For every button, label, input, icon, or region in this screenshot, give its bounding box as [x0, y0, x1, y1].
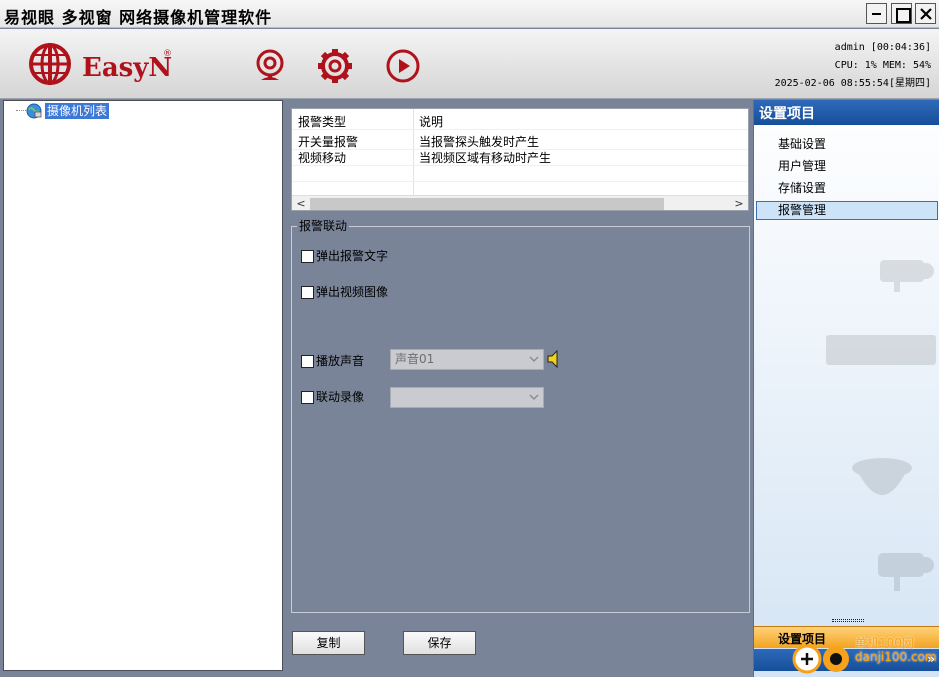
- settings-panel-title: 设置项目: [759, 106, 815, 122]
- window-title: 易视眼 多视窗 网络摄像机管理软件: [4, 8, 273, 27]
- copy-button[interactable]: 复制: [292, 631, 365, 655]
- popup-text-label: 弹出报警文字: [316, 249, 389, 263]
- playback-icon: [386, 49, 420, 83]
- link-record-label: 联动录像: [316, 390, 365, 404]
- scroll-right-arrow-icon[interactable]: >: [731, 196, 747, 210]
- playback-toolbar-button[interactable]: [384, 47, 422, 85]
- tree-root-camera-list[interactable]: 摄像机列表: [26, 102, 110, 120]
- popup-text-option[interactable]: 弹出报警文字: [301, 248, 388, 264]
- alarm-linkage-title: 报警联动: [297, 219, 350, 233]
- sound-preview-button[interactable]: [547, 349, 561, 371]
- chevron-down-icon: [529, 356, 539, 362]
- alarm-type-cell: 视频移动: [298, 151, 347, 165]
- play-sound-checkbox[interactable]: [301, 354, 314, 368]
- webcam-icon: [256, 49, 284, 80]
- play-sound-option[interactable]: 播放声音: [301, 353, 364, 369]
- brand-name: EasyN: [82, 53, 173, 83]
- sound-select[interactable]: 声音01: [390, 349, 544, 370]
- scroll-left-arrow-icon[interactable]: <: [293, 196, 309, 210]
- easyn-logo: EasyN ®: [28, 41, 178, 89]
- play-sound-label: 播放声音: [316, 354, 365, 368]
- close-button[interactable]: [915, 3, 936, 24]
- sound-select-value: 声音01: [395, 352, 435, 366]
- bullet-camera-watermark-icon: [878, 553, 934, 591]
- chevron-down-icon: [529, 394, 539, 400]
- registered-mark: ®: [163, 49, 172, 59]
- cpu-mem-usage: CPU: 1% MEM: 54%: [834, 60, 931, 71]
- datetime: 2025-02-06 08:55:54[星期四]: [774, 78, 931, 89]
- panel-splitter[interactable]: [832, 619, 864, 622]
- settings-item-basic[interactable]: 基础设置: [756, 135, 938, 154]
- save-button[interactable]: 保存: [403, 631, 476, 655]
- settings-item-storage[interactable]: 存储设置: [756, 179, 938, 198]
- alarm-desc-cell: 当报警探头触发时产生: [419, 135, 540, 149]
- network-globe-icon: [26, 103, 42, 119]
- camera-watermark-icon: [880, 260, 934, 292]
- scroll-thumb[interactable]: [310, 198, 664, 210]
- title-bar: 易视眼 多视窗 网络摄像机管理软件: [0, 0, 939, 28]
- popup-image-checkbox[interactable]: [301, 285, 314, 299]
- empty-row: [292, 166, 748, 182]
- alarm-desc-cell: 当视频区域有移动时产生: [419, 151, 552, 165]
- horizontal-scrollbar[interactable]: < >: [292, 195, 748, 210]
- link-record-option[interactable]: 联动录像: [301, 389, 364, 405]
- column-header-type: 报警类型: [298, 115, 347, 129]
- minimize-button[interactable]: [866, 3, 887, 24]
- site-watermark-line1: 单机100网: [855, 636, 914, 650]
- system-status: admin [00:04:36] CPU: 1% MEM: 54% 2025-0…: [775, 39, 931, 93]
- settings-panel: 设置项目 基础设置 用户管理 存储设置 报警管理 设置项目 »: [753, 100, 939, 677]
- speaker-icon: [547, 349, 558, 369]
- site-watermark-logo-icon: [792, 644, 849, 674]
- site-watermark-text: 单机100网 danji100.com: [855, 636, 937, 664]
- maximize-button[interactable]: [891, 3, 912, 24]
- popup-image-label: 弹出视频图像: [316, 285, 389, 299]
- tree-root-label: 摄像机列表: [45, 103, 110, 119]
- dome-camera-watermark-icon: [852, 458, 912, 495]
- popup-image-option[interactable]: 弹出视频图像: [301, 284, 388, 300]
- site-watermark-line2: danji100.com: [855, 650, 937, 664]
- dvr-watermark-icon: [826, 335, 936, 365]
- popup-text-checkbox[interactable]: [301, 249, 314, 263]
- close-icon: [920, 8, 932, 20]
- settings-item-alarm[interactable]: 报警管理: [756, 201, 938, 220]
- record-select[interactable]: [390, 387, 544, 408]
- app-header: EasyN ® admin [00:04:36] CPU: 1% MEM: 54…: [0, 29, 939, 99]
- settings-gear-icon: [318, 49, 352, 83]
- settings-toolbar-button[interactable]: [316, 47, 354, 85]
- settings-item-users[interactable]: 用户管理: [756, 157, 938, 176]
- user-session: admin [00:04:36]: [834, 42, 931, 53]
- list-item[interactable]: 开关量报警 当报警探头触发时产生: [292, 134, 748, 150]
- alarm-type-list[interactable]: 报警类型 说明 开关量报警 当报警探头触发时产生 视频移动 当视频区域有移动时产…: [291, 108, 749, 211]
- list-header-row: 报警类型 说明: [292, 114, 748, 130]
- alarm-type-cell: 开关量报警: [298, 135, 359, 149]
- globe-logo-icon: [29, 43, 71, 85]
- column-header-desc: 说明: [419, 115, 444, 129]
- link-record-checkbox[interactable]: [301, 390, 314, 404]
- settings-panel-header: 设置项目: [754, 100, 939, 125]
- camera-tree-panel: 摄像机列表: [3, 100, 283, 671]
- camera-toolbar-button[interactable]: [251, 47, 289, 85]
- list-item[interactable]: 视频移动 当视频区域有移动时产生: [292, 150, 748, 166]
